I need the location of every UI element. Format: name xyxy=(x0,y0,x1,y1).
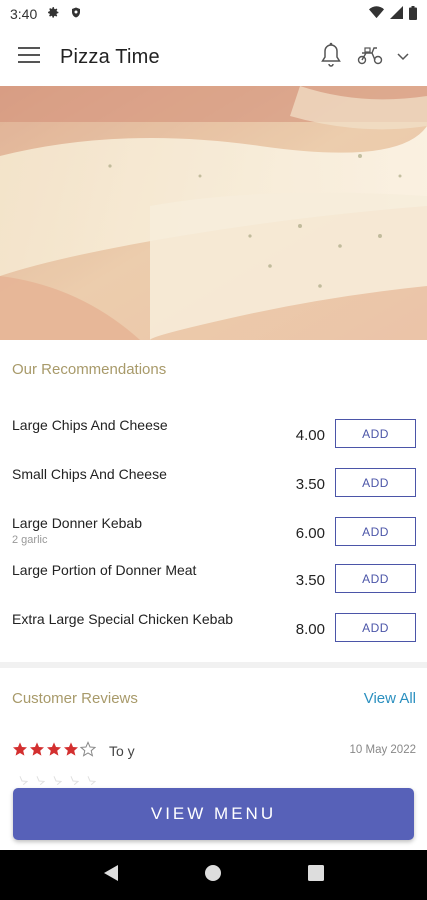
star-icon xyxy=(29,741,45,762)
system-nav-bar xyxy=(0,850,427,900)
settings-icon xyxy=(47,6,60,22)
review-date: 10 May 2022 xyxy=(349,744,417,756)
list-item: Extra Large Special Chicken Kebab 8.00 A… xyxy=(0,611,427,655)
view-menu-button[interactable]: VIEW MENU xyxy=(13,788,414,840)
review-item: To y 10 May 2022 xyxy=(12,741,416,761)
recommendations-section: Our Recommendations Large Chips And Chee… xyxy=(0,340,427,662)
item-price: 6.00 xyxy=(295,525,325,542)
list-item: Large Donner Kebab 2 garlic 6.00 ADD xyxy=(0,515,427,559)
item-name: Small Chips And Cheese xyxy=(12,466,167,482)
recents-icon[interactable] xyxy=(308,864,325,886)
add-button[interactable]: ADD xyxy=(335,468,416,497)
status-bar: 3:40 xyxy=(0,0,427,28)
chevron-down-icon[interactable] xyxy=(397,48,409,66)
add-button[interactable]: ADD xyxy=(335,613,416,642)
item-name: Large Portion of Donner Meat xyxy=(12,562,197,578)
item-price: 3.50 xyxy=(295,572,325,589)
app-bar: Pizza Time xyxy=(0,28,427,86)
star-rating xyxy=(12,741,97,762)
wifi-icon xyxy=(369,6,384,22)
signal-icon xyxy=(390,6,403,22)
item-note: 2 garlic xyxy=(12,534,48,546)
back-icon[interactable] xyxy=(103,864,119,887)
menu-icon[interactable] xyxy=(18,46,40,69)
item-name: Large Donner Kebab xyxy=(12,515,142,531)
item-name: Extra Large Special Chicken Kebab xyxy=(12,611,234,627)
bell-icon[interactable] xyxy=(319,42,343,73)
home-icon[interactable] xyxy=(204,864,222,887)
star-icon xyxy=(46,741,62,762)
star-outline-icon xyxy=(79,741,97,762)
view-all-link[interactable]: View All xyxy=(364,690,416,707)
star-icon xyxy=(63,741,79,762)
list-item: Large Chips And Cheese 4.00 ADD xyxy=(0,417,427,461)
star-icon xyxy=(12,741,28,762)
list-item: Large Portion of Donner Meat 3.50 ADD xyxy=(0,562,427,606)
shield-icon xyxy=(70,6,82,22)
add-button[interactable]: ADD xyxy=(335,517,416,546)
battery-icon xyxy=(409,5,417,23)
item-price: 8.00 xyxy=(295,621,325,638)
add-button[interactable]: ADD xyxy=(335,419,416,448)
item-price: 3.50 xyxy=(295,476,325,493)
recommendations-title: Our Recommendations xyxy=(12,361,167,378)
hero-pizza-image xyxy=(0,86,427,340)
item-name: Large Chips And Cheese xyxy=(12,417,168,433)
review-text: To y xyxy=(109,743,135,759)
reviews-title: Customer Reviews xyxy=(12,690,138,707)
page-title: Pizza Time xyxy=(60,45,160,68)
status-time: 3:40 xyxy=(10,6,38,22)
list-item: Small Chips And Cheese 3.50 ADD xyxy=(0,466,427,510)
item-price: 4.00 xyxy=(295,427,325,444)
add-button[interactable]: ADD xyxy=(335,564,416,593)
scooter-icon[interactable] xyxy=(357,45,383,70)
